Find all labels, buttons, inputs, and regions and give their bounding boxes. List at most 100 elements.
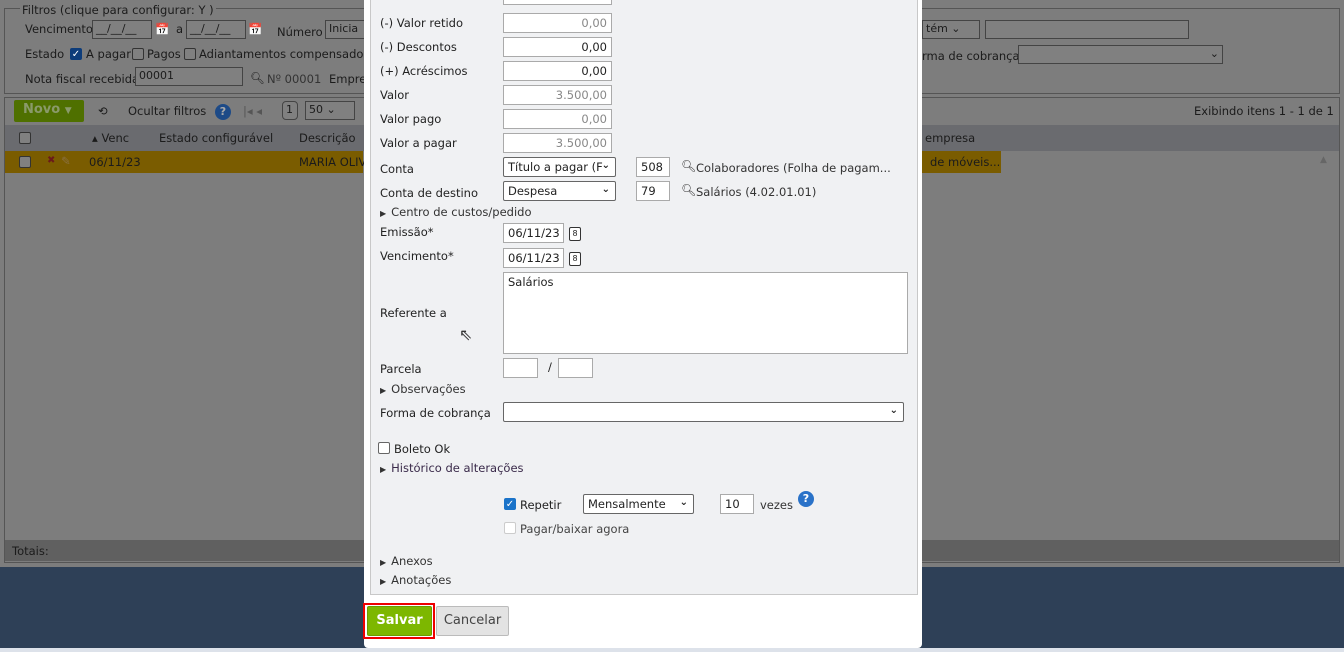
pagar-agora-checkbox[interactable] <box>504 522 516 534</box>
conta-destino-select[interactable]: Despesa ⌄ <box>503 181 616 201</box>
valor-a-pagar-input[interactable]: 3.500,00 <box>503 133 612 153</box>
caret-right-icon: ▶ <box>380 465 387 474</box>
anotacoes-toggle[interactable]: ▶ Anotações <box>380 573 451 587</box>
valor-a-pagar-label: Valor a pagar <box>380 136 457 150</box>
calendar-icon[interactable]: 📅 <box>155 22 169 36</box>
numero-mode-select[interactable]: Inicia <box>325 20 365 39</box>
filters-legend-text: Filtros (clique para configurar: <box>22 3 195 17</box>
chevron-down-icon: ⌄ <box>889 405 898 416</box>
referente-textarea[interactable]: Salários <box>503 272 908 354</box>
repetir-frequencia-select[interactable]: Mensalmente ⌄ <box>583 494 694 514</box>
calendar-icon[interactable]: 📅 <box>248 22 262 36</box>
cancelar-button[interactable]: Cancelar <box>436 606 509 636</box>
top-cut-input[interactable] <box>503 0 612 5</box>
observacoes-label: Observações <box>391 382 466 396</box>
calendar-icon[interactable]: 8 <box>569 252 581 266</box>
anotacoes-label: Anotações <box>391 573 452 587</box>
estado-label: Estado <box>25 47 65 61</box>
forma-cobranca-label: rma de cobrança <box>922 49 1020 63</box>
conta-destino-label: Conta de destino <box>380 186 478 200</box>
page-size-select[interactable]: 50 ⌄ <box>305 101 355 120</box>
first-page-icon[interactable]: |◂ ◂ <box>243 104 262 118</box>
refresh-icon[interactable]: ⟲ <box>98 104 108 118</box>
valor-retido-input[interactable]: 0,00 <box>503 13 612 33</box>
vencimento-from-input[interactable]: __/__/__ <box>92 20 152 39</box>
row-checkbox[interactable] <box>19 156 31 168</box>
row-venc: 06/11/23 <box>89 155 141 169</box>
estado-pagos-label: Pagos <box>147 47 181 61</box>
historico-label: Histórico de alterações <box>391 461 524 475</box>
chevron-down-icon: ⌄ <box>601 160 610 171</box>
acrescimos-input[interactable]: 0,00 <box>503 61 612 81</box>
conta-destino-nome: Salários (4.02.01.01) <box>696 185 817 199</box>
vencimento-label: Vencimento* <box>380 249 454 263</box>
centro-custos-label: Centro de custos/pedido <box>391 205 532 219</box>
numero-input[interactable] <box>985 20 1189 39</box>
emissao-input[interactable]: 06/11/23 <box>503 223 564 243</box>
items-summary: Exibindo itens 1 - 1 de 1 <box>1194 104 1334 118</box>
valor-pago-label: Valor pago <box>380 112 442 126</box>
delete-icon[interactable]: ✖ <box>47 155 55 166</box>
valor-input[interactable]: 3.500,00 <box>503 85 612 105</box>
help-icon[interactable]: ? <box>215 104 231 120</box>
conta-label: Conta <box>380 162 414 176</box>
valor-pago-input[interactable]: 0,00 <box>503 109 612 129</box>
historico-toggle[interactable]: ▶ Histórico de alterações <box>380 461 524 475</box>
estado-pagos-checkbox[interactable] <box>132 48 144 60</box>
estado-adiantamentos-label: Adiantamentos compensados <box>199 47 370 61</box>
vencimento-label: Vencimento <box>25 22 93 36</box>
conta-codigo-input[interactable]: 508 <box>636 157 670 177</box>
parcela-num-input[interactable] <box>503 358 538 378</box>
estado-adiantamentos-checkbox[interactable] <box>184 48 196 60</box>
estado-a-pagar-label: A pagar <box>86 47 131 61</box>
column-empresa[interactable]: empresa <box>925 131 975 145</box>
search-icon[interactable]: 🔍︎ <box>681 159 696 173</box>
anexos-label: Anexos <box>391 554 433 568</box>
page-number[interactable]: 1 <box>282 101 298 120</box>
estado-a-pagar-checkbox[interactable]: ✓ <box>70 48 82 60</box>
scrollbar-up-icon[interactable]: ▲ <box>1320 155 1327 165</box>
nota-fiscal-input[interactable]: 00001 <box>135 67 243 86</box>
referente-label: Referente a <box>380 306 447 320</box>
row-empresa: de móveis... <box>930 155 1001 169</box>
nota-fiscal-number: Nº 00001 <box>267 72 322 86</box>
numero-label: Número <box>277 25 323 39</box>
repetir-label: Repetir <box>520 498 562 512</box>
conta-tipo-value: Título a pagar (F <box>508 160 603 174</box>
page-bottom-bar <box>0 648 1344 652</box>
column-estado[interactable]: Estado configurável <box>159 131 273 145</box>
conta-tipo-select[interactable]: Título a pagar (F ⌄ <box>503 157 616 177</box>
parcela-separator: / <box>548 360 552 374</box>
contem-select[interactable]: tém ⌄ <box>922 20 980 39</box>
column-descricao[interactable]: Descrição <box>299 131 356 145</box>
search-icon[interactable]: 🔍︎ <box>250 71 265 85</box>
conta-nome: Colaboradores (Folha de pagam... <box>696 161 891 175</box>
repetir-vezes-input[interactable]: 10 <box>720 494 754 514</box>
novo-button[interactable]: Novo ▼ <box>14 100 84 122</box>
parcela-total-input[interactable] <box>558 358 593 378</box>
forma-cobranca-select[interactable]: ⌄ <box>1018 45 1223 64</box>
vencimento-input[interactable]: 06/11/23 <box>503 248 564 268</box>
vencimento-to-input[interactable]: __/__/__ <box>186 20 246 39</box>
column-venc[interactable]: ▴ Venc <box>92 131 129 145</box>
novo-label: Novo <box>23 102 61 117</box>
ocultar-filtros-button[interactable]: Ocultar filtros <box>128 104 206 118</box>
calendar-icon[interactable]: 8 <box>569 227 581 241</box>
descontos-input[interactable]: 0,00 <box>503 37 612 57</box>
salvar-button[interactable]: Salvar <box>367 606 432 636</box>
search-icon[interactable]: 🔍︎ <box>681 183 696 197</box>
forma-cobranca-select[interactable]: ⌄ <box>503 402 904 422</box>
repetir-checkbox[interactable]: ✓ <box>504 498 516 510</box>
filters-legend[interactable]: Filtros (clique para configurar: Y ) <box>20 3 216 17</box>
help-icon[interactable]: ? <box>798 491 814 507</box>
chevron-down-icon: ▼ <box>64 106 72 116</box>
conta-destino-codigo-input[interactable]: 79 <box>636 181 670 201</box>
page-size-value: 50 <box>309 103 323 116</box>
boleto-ok-checkbox[interactable] <box>378 442 390 454</box>
observacoes-toggle[interactable]: ▶ Observações <box>380 382 466 396</box>
contem-value: tém <box>926 22 948 35</box>
centro-custos-toggle[interactable]: ▶ Centro de custos/pedido <box>380 205 531 219</box>
select-all-checkbox[interactable] <box>19 132 31 144</box>
edit-pencil-icon[interactable]: ✎ <box>61 154 71 168</box>
anexos-toggle[interactable]: ▶ Anexos <box>380 554 433 568</box>
